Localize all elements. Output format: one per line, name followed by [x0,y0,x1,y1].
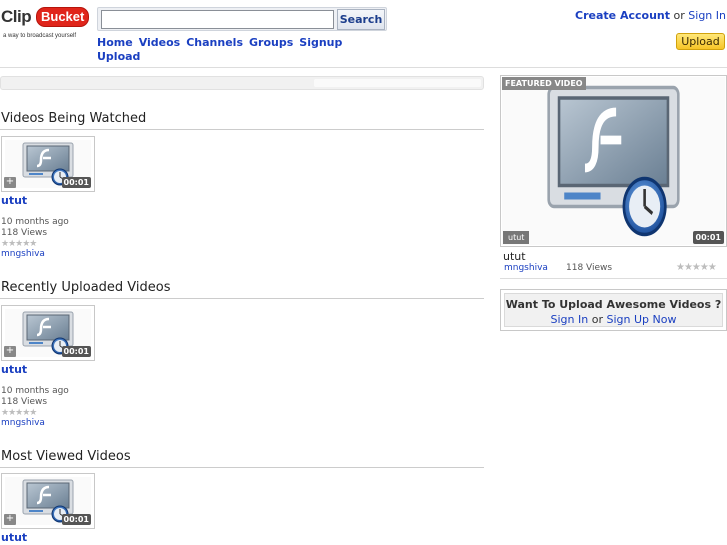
info-bar [0,76,484,90]
nav-channels[interactable]: Channels [186,36,243,49]
video-title-link[interactable]: utut [1,531,27,544]
logo-tagline: a way to broadcast yourself [3,33,77,39]
video-user-link[interactable]: mngshiva [1,418,45,428]
search-bar: Search [97,7,387,31]
nav-home[interactable]: Home [97,36,133,49]
featured-title: utut [503,250,526,263]
video-thumbnail[interactable]: + 00:01 [1,136,95,192]
video-title-link[interactable]: utut [1,363,27,376]
featured-rating-stars: ★★★★★ [676,262,717,273]
promo-or-text: or [591,313,603,326]
upload-promo-box: Want To Upload Awesome Videos ? Sign In … [500,289,727,331]
account-or-text: or [673,9,685,22]
featured-user-link[interactable]: mngshiva [504,263,548,273]
plus-icon[interactable]: + [4,177,16,188]
section-divider [0,467,484,468]
section-title-most-viewed: Most Viewed Videos [1,449,131,464]
upload-button[interactable]: Upload [676,33,725,50]
section-divider [0,298,484,299]
sign-in-link[interactable]: Sign In [688,9,726,22]
site-logo[interactable]: Clip Bucket a way to broadcast yourself [1,7,90,43]
promo-sign-in-link[interactable]: Sign In [551,313,589,326]
search-button[interactable]: Search [337,9,385,30]
header-divider [0,67,727,68]
video-duration: 00:01 [61,514,91,525]
nav-groups[interactable]: Groups [249,36,293,49]
create-account-link[interactable]: Create Account [575,9,670,22]
promo-question: Want To Upload Awesome Videos ? [505,298,722,311]
video-age: 10 months ago [1,217,69,227]
promo-sign-up-link[interactable]: Sign Up Now [607,313,677,326]
video-age: 10 months ago [1,386,69,396]
featured-divider [500,278,727,279]
section-title-watched: Videos Being Watched [1,111,147,126]
featured-duration: 00:01 [692,231,724,244]
video-user-link[interactable]: mngshiva [1,249,45,259]
featured-views: 118 Views [566,263,613,273]
account-links: Create Account or Sign In [575,9,726,22]
featured-label: FEATURED VIDEO [502,77,586,90]
section-title-recent: Recently Uploaded Videos [1,280,171,295]
main-nav: Home Videos Channels Groups Signup Upload [97,36,357,64]
nav-upload[interactable]: Upload [97,50,140,63]
rating-stars: ★★★★★ [1,408,37,418]
flash-video-clock-icon [502,77,725,245]
video-thumbnail[interactable]: + 00:01 [1,473,95,529]
plus-icon[interactable]: + [4,346,16,357]
nav-signup[interactable]: Signup [299,36,342,49]
plus-icon[interactable]: + [4,514,16,525]
section-divider [0,129,484,130]
video-views: 118 Views [1,228,48,238]
featured-video[interactable]: FEATURED VIDEO utut 00:01 [500,75,727,247]
video-duration: 00:01 [61,346,91,357]
logo-clip-text: Clip [1,7,32,26]
video-title-link[interactable]: utut [1,194,27,207]
video-thumbnail[interactable]: + 00:01 [1,305,95,361]
video-duration: 00:01 [61,177,91,188]
video-views: 118 Views [1,397,48,407]
rating-stars: ★★★★★ [1,239,37,249]
featured-badge: utut [503,231,530,244]
search-input[interactable] [101,10,334,29]
logo-bucket-text: Bucket [36,7,90,27]
nav-videos[interactable]: Videos [139,36,181,49]
